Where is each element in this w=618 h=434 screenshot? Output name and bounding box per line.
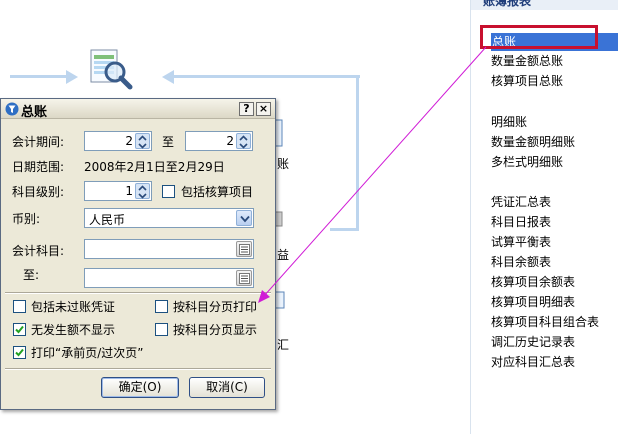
close-button[interactable]: × xyxy=(256,102,271,116)
include-accounting-item-checkbox[interactable] xyxy=(162,185,175,198)
period-to-value: 2 xyxy=(226,134,234,148)
account-level-label: 科目级别: xyxy=(12,185,65,199)
include-accounting-item-label: 包括核算项目 xyxy=(181,185,254,199)
flow-line xyxy=(170,75,360,78)
period-from-value: 2 xyxy=(125,134,133,148)
period-label: 会计期间: xyxy=(12,135,65,149)
account-label: 会计科目: xyxy=(12,244,65,258)
report-item[interactable]: 调汇历史记录表 xyxy=(491,333,575,351)
chevron-down-icon[interactable] xyxy=(236,210,252,226)
account-to-input[interactable] xyxy=(84,268,254,288)
panel-header-title: 账簿报表 xyxy=(483,0,532,8)
checkmark-icon xyxy=(15,325,24,334)
separator xyxy=(5,368,271,370)
account-from-input[interactable] xyxy=(84,239,254,259)
currency-select[interactable]: 人民币 xyxy=(84,208,254,228)
dialog-title: 总账 xyxy=(21,105,48,120)
report-item[interactable]: 数量金额明细账 xyxy=(491,133,575,151)
period-from-stepper[interactable]: 2 xyxy=(84,131,152,151)
print-carry-forward-checkbox[interactable] xyxy=(13,346,26,359)
report-item[interactable]: 核算项目总账 xyxy=(491,72,563,90)
flow-arrow-icon xyxy=(162,70,174,84)
currency-label: 币别: xyxy=(12,212,41,226)
report-item[interactable]: 数量金额总账 xyxy=(491,52,563,70)
report-item[interactable]: 核算项目明细表 xyxy=(491,293,575,311)
ok-button[interactable]: 确定(O) xyxy=(101,377,179,398)
workflow-label-hui: 汇 xyxy=(277,338,290,352)
report-item[interactable]: 核算项目余额表 xyxy=(491,273,575,291)
include-unposted-label: 包括未过账凭证 xyxy=(31,300,116,314)
help-button[interactable]: ? xyxy=(239,102,254,116)
date-range-value: 2008年2月1日至2月29日 xyxy=(84,160,225,174)
dialog-titlebar[interactable]: 总账 ? × xyxy=(1,99,275,120)
report-item-general-ledger[interactable]: 总账 xyxy=(491,33,618,51)
account-to-label: 至: xyxy=(23,268,40,282)
workflow-label-zhang: 账 xyxy=(277,157,290,171)
period-to-stepper[interactable]: 2 xyxy=(185,131,253,151)
report-item[interactable]: 多栏式明细账 xyxy=(491,153,563,171)
flow-line xyxy=(330,228,359,231)
report-item[interactable]: 凭证汇总表 xyxy=(491,193,551,211)
date-range-label: 日期范围: xyxy=(12,160,65,174)
report-item[interactable]: 试算平衡表 xyxy=(491,233,551,251)
hide-no-amount-label: 无发生额不显示 xyxy=(31,323,116,337)
account-level-value: 1 xyxy=(125,184,133,198)
report-item[interactable]: 对应科目汇总表 xyxy=(491,353,575,371)
flow-arrow-icon xyxy=(66,70,78,84)
report-item[interactable]: 科目日报表 xyxy=(491,213,551,231)
spin-arrows-icon[interactable] xyxy=(236,133,251,149)
spin-arrows-icon[interactable] xyxy=(135,183,150,199)
checkmark-icon xyxy=(15,348,24,357)
browse-list-icon[interactable] xyxy=(236,270,252,286)
print-carry-forward-label: 打印“承前页/过次页” xyxy=(31,346,144,360)
report-list-panel: 账簿报表 总账 数量金额总账 核算项目总账 明细账 数量金额明细账 多栏式明细账… xyxy=(470,0,618,434)
separator xyxy=(5,292,271,294)
report-item[interactable]: 核算项目科目组合表 xyxy=(491,313,599,331)
spin-arrows-icon[interactable] xyxy=(135,133,150,149)
workflow-label-yi: 益 xyxy=(277,248,290,262)
cancel-button[interactable]: 取消(C) xyxy=(189,377,265,398)
page-print-by-account-checkbox[interactable] xyxy=(155,300,168,313)
flow-line xyxy=(356,75,359,230)
report-item[interactable]: 科目余额表 xyxy=(491,253,551,271)
funnel-icon xyxy=(5,102,19,116)
flow-line xyxy=(10,75,70,78)
general-ledger-dialog: 总账 ? × 会计期间: 2 至 2 日期范围: 2008年2月1日至2月29日… xyxy=(0,98,276,410)
panel-header: 账簿报表 xyxy=(471,0,618,10)
account-level-stepper[interactable]: 1 xyxy=(84,181,152,201)
page-display-by-account-label: 按科目分页显示 xyxy=(173,323,258,337)
currency-value: 人民币 xyxy=(89,213,126,227)
to-label: 至 xyxy=(162,135,175,149)
report-item[interactable]: 明细账 xyxy=(491,113,527,131)
page-print-by-account-label: 按科目分页打印 xyxy=(173,300,258,314)
include-unposted-checkbox[interactable] xyxy=(13,300,26,313)
browse-list-icon[interactable] xyxy=(236,241,252,257)
report-search-icon xyxy=(90,49,133,90)
hide-no-amount-checkbox[interactable] xyxy=(13,323,26,336)
page-display-by-account-checkbox[interactable] xyxy=(155,323,168,336)
